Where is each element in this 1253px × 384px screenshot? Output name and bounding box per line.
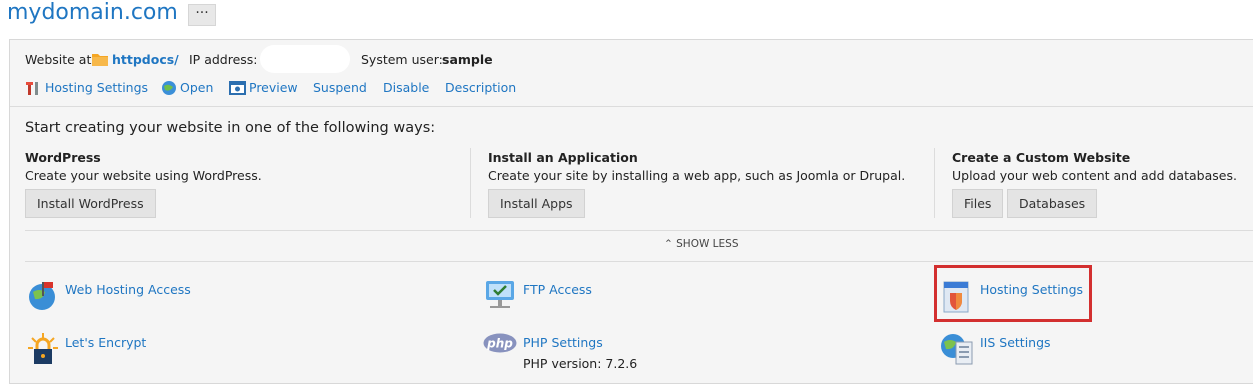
tools-icon [26,82,38,95]
preview-icon [229,81,246,95]
system-user-value: sample [442,52,493,67]
files-button[interactable]: Files [952,189,1004,218]
svg-text:php: php [486,337,513,351]
databases-button[interactable]: Databases [1007,189,1098,218]
web-hosting-access-link[interactable]: Web Hosting Access [65,282,191,297]
wordpress-title: WordPress [25,150,101,165]
divider [470,148,471,218]
highlight-box [934,265,1092,322]
install-wordpress-button[interactable]: Install WordPress [25,189,156,218]
more-options-button[interactable]: ··· [188,4,216,26]
install-app-title: Install an Application [488,150,638,165]
divider [10,106,1253,107]
divider [934,148,935,218]
chevron-up-icon: ⌃ [664,238,677,250]
php-settings-icon: php [483,333,517,353]
open-link[interactable]: Open [180,80,213,95]
lets-encrypt-link[interactable]: Let's Encrypt [65,335,146,350]
disable-link[interactable]: Disable [383,80,429,95]
domain-title[interactable]: mydomain.com [7,0,178,25]
ftp-access-link[interactable]: FTP Access [523,282,592,297]
website-at-label: Website at [25,52,92,67]
domain-panel: Website at httpdocs/ IP address: System … [9,39,1253,384]
ip-address-label: IP address: [189,52,258,67]
globe-open-icon [162,81,176,95]
iis-settings-link[interactable]: IIS Settings [980,335,1051,350]
description-link[interactable]: Description [445,80,516,95]
start-heading: Start creating your website in one of th… [25,120,436,136]
iis-settings-icon [941,334,973,365]
show-less-label: SHOW LESS [676,238,739,250]
wordpress-description: Create your website using WordPress. [25,168,262,183]
php-settings-link[interactable]: PHP Settings [523,335,603,350]
docroot-link[interactable]: httpdocs/ [112,52,179,67]
show-less-toggle[interactable]: ⌃ SHOW LESS [664,238,739,250]
custom-website-description: Upload your web content and add database… [952,168,1237,183]
system-user-label: System user: [361,52,443,67]
custom-website-title: Create a Custom Website [952,150,1131,165]
ftp-access-icon [486,281,514,308]
suspend-link[interactable]: Suspend [313,80,367,95]
folder-icon [92,54,108,66]
install-app-description: Create your site by installing a web app… [488,168,906,183]
hosting-settings-link[interactable]: Hosting Settings [45,80,148,95]
web-hosting-access-icon [29,282,55,310]
divider [25,261,1253,262]
divider [25,230,1253,231]
lets-encrypt-icon [28,333,58,364]
install-apps-button[interactable]: Install Apps [488,189,585,218]
php-version: PHP version: 7.2.6 [523,356,638,371]
ip-address-value [260,45,350,73]
preview-link[interactable]: Preview [249,80,298,95]
